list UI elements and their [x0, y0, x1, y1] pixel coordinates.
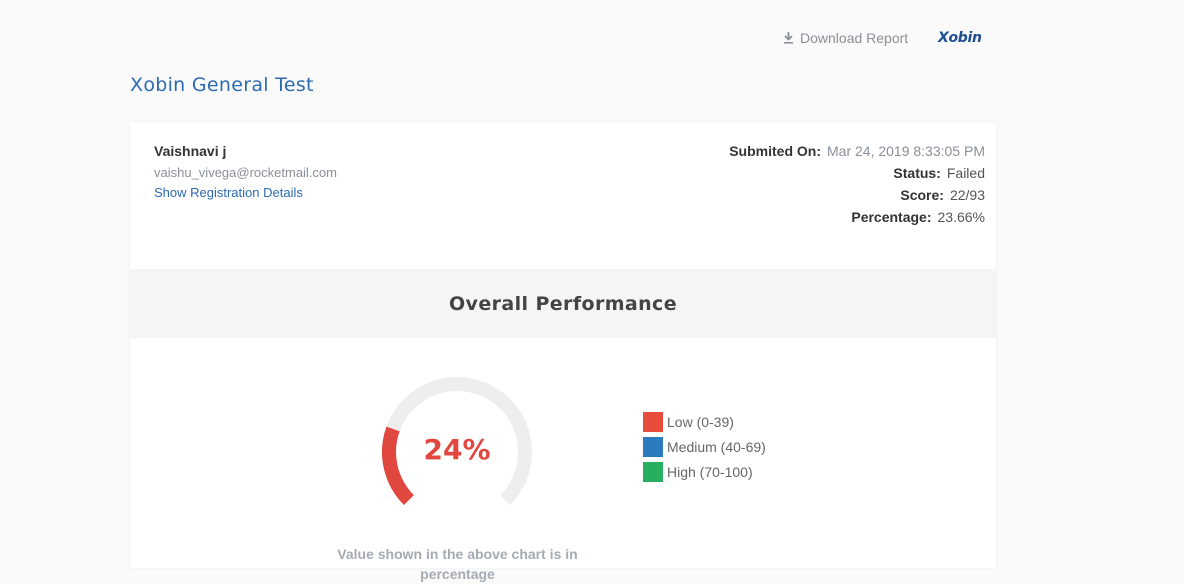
overall-performance-header: Overall Performance: [130, 269, 996, 338]
legend-item-high: High (70-100): [643, 459, 766, 484]
legend-swatch-medium: [643, 436, 663, 457]
percentage-label: Percentage:: [851, 209, 932, 225]
report-card: Vaishnavi j vaishu_vivega@rocketmail.com…: [130, 122, 996, 582]
show-registration-details-link[interactable]: Show Registration Details: [154, 185, 303, 200]
chart-note: Value shown in the above chart is in per…: [337, 546, 578, 582]
candidate-email: vaishu_vivega@rocketmail.com: [154, 165, 337, 180]
gauge-value-label: 24%: [423, 433, 491, 466]
score-label: Score:: [900, 187, 944, 203]
performance-legend: Low (0-39) Medium (40-69) High (70-100): [643, 409, 766, 484]
download-report-label: Download Report: [800, 30, 909, 46]
submitted-value: Mar 24, 2019 8:33:05 PM: [827, 143, 985, 159]
result-summary: Submited On: Mar 24, 2019 8:33:05 PM Stat…: [729, 143, 985, 231]
section-title: Overall Performance: [448, 292, 678, 315]
status-label: Status:: [893, 165, 941, 181]
legend-label-high: High (70-100): [667, 463, 753, 480]
submitted-row: Submited On: Mar 24, 2019 8:33:05 PM: [729, 143, 985, 165]
download-report-link[interactable]: Download Report: [783, 30, 908, 46]
status-value: Failed: [946, 165, 985, 181]
legend-item-medium: Medium (40-69): [643, 434, 766, 459]
legend-label-low: Low (0-39): [667, 413, 734, 430]
top-bar: Download Report Xobin: [783, 30, 983, 50]
legend-label-medium: Medium (40-69): [667, 438, 766, 455]
score-row: Score: 22/93: [729, 187, 985, 209]
percentage-value: 23.66%: [937, 209, 985, 225]
brand-logo: Xobin: [938, 30, 982, 46]
status-row: Status: Failed: [729, 165, 985, 187]
candidate-name: Vaishnavi j: [154, 143, 227, 159]
submitted-label: Submited On:: [729, 143, 821, 159]
legend-item-low: Low (0-39): [643, 409, 766, 434]
score-value: 22/93: [949, 187, 985, 203]
legend-swatch-low: [643, 411, 663, 432]
percentage-row: Percentage: 23.66%: [729, 209, 985, 231]
legend-swatch-high: [643, 461, 663, 482]
page-title: Xobin General Test: [130, 74, 314, 96]
download-icon: [784, 32, 793, 44]
performance-gauge: 24%: [380, 377, 534, 507]
